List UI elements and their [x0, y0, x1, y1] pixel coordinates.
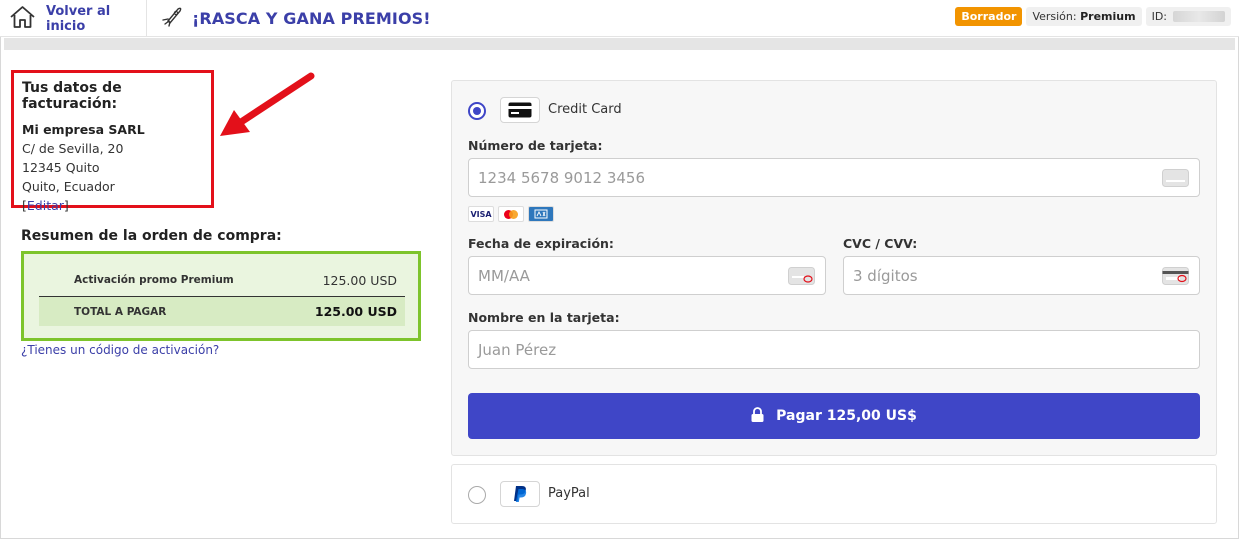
visa-icon: VISA — [468, 206, 494, 222]
game-title: ¡RASCA Y GANA PREMIOS! — [160, 0, 431, 37]
game-title-text: ¡RASCA Y GANA PREMIOS! — [192, 9, 431, 28]
paypal-panel: PayPal — [451, 464, 1217, 524]
cvc-placeholder: 3 dígitos — [853, 266, 918, 285]
edit-billing-link[interactable]: Editar — [27, 198, 64, 213]
header-divider — [4, 38, 1235, 50]
card-brands: VISA — [468, 206, 554, 222]
billing-postal-city: 12345 Quito — [22, 160, 100, 175]
status-badges: Borrador Versión: Premium ID: — [955, 7, 1231, 26]
activation-code-link[interactable]: ¿Tienes un código de activación? — [21, 343, 219, 357]
billing-company: Mi empresa SARL — [22, 122, 145, 137]
red-arrow-annotation — [220, 72, 315, 136]
mastercard-icon — [498, 206, 524, 222]
order-summary-box: Activación promo Premium 125.00 USD TOTA… — [21, 251, 421, 341]
expiry-input[interactable]: MM/AA — [468, 256, 826, 295]
version-label: Versión: — [1032, 10, 1077, 23]
home-link[interactable]: Volver al inicio — [0, 0, 147, 37]
home-link-label: Volver al inicio — [46, 3, 111, 34]
order-total-row: TOTAL A PAGAR 125.00 USD — [39, 296, 405, 326]
card-expiry-icon — [788, 267, 815, 285]
credit-card-panel: Credit Card Número de tarjeta: 1234 5678… — [451, 80, 1217, 456]
card-number-input[interactable]: 1234 5678 9012 3456 — [468, 158, 1200, 197]
cvc-label: CVC / CVV: — [843, 236, 918, 251]
credit-card-icon — [500, 97, 540, 123]
cvc-input[interactable]: 3 dígitos — [843, 256, 1200, 295]
home-icon — [9, 5, 36, 33]
order-item-value: 125.00 USD — [322, 272, 397, 288]
order-item-row: Activación promo Premium 125.00 USD — [39, 264, 405, 296]
order-total-value: 125.00 USD — [314, 304, 397, 319]
pay-button-label: Pagar 125,00 US$ — [776, 408, 917, 424]
card-generic-icon — [1162, 169, 1189, 187]
order-item-label: Activación promo Premium — [74, 274, 234, 286]
rocket-icon — [160, 5, 184, 33]
billing-title: Tus datos de facturación: — [22, 80, 122, 112]
edit-bracket-close: ] — [63, 198, 69, 213]
billing-street: C/ de Sevilla, 20 — [22, 141, 124, 156]
order-total-label: TOTAL A PAGAR — [74, 305, 167, 318]
pay-button[interactable]: Pagar 125,00 US$ — [468, 393, 1200, 439]
billing-edit: [Editar] — [22, 196, 203, 215]
billing-city-country: Quito, Ecuador — [22, 179, 115, 194]
credit-card-radio[interactable] — [468, 102, 486, 120]
top-bar: Volver al inicio ¡RASCA Y GANA PREMIOS! … — [0, 0, 1239, 37]
paypal-label: PayPal — [548, 486, 590, 501]
card-number-placeholder: 1234 5678 9012 3456 — [478, 168, 645, 187]
billing-info-box: Tus datos de facturación: Mi empresa SAR… — [11, 70, 214, 213]
expiry-label: Fecha de expiración: — [468, 236, 614, 251]
id-label: ID: — [1151, 10, 1167, 23]
id-badge: ID: — [1145, 7, 1231, 26]
cardholder-name-label: Nombre en la tarjeta: — [468, 310, 620, 325]
expiry-placeholder: MM/AA — [478, 266, 530, 285]
paypal-icon — [500, 481, 540, 507]
paypal-radio[interactable] — [468, 486, 486, 504]
order-summary-title: Resumen de la orden de compra: — [21, 228, 282, 244]
version-value: Premium — [1080, 10, 1136, 23]
card-cvc-icon — [1162, 267, 1189, 285]
amex-icon — [528, 206, 554, 222]
card-number-label: Número de tarjeta: — [468, 138, 603, 153]
version-badge: Versión: Premium — [1026, 7, 1142, 26]
draft-badge: Borrador — [955, 7, 1023, 26]
cardholder-name-placeholder: Juan Pérez — [478, 340, 557, 359]
credit-card-label: Credit Card — [548, 102, 622, 117]
lock-icon — [751, 406, 764, 426]
redacted-id — [1173, 11, 1225, 22]
cardholder-name-input[interactable]: Juan Pérez — [468, 330, 1200, 369]
